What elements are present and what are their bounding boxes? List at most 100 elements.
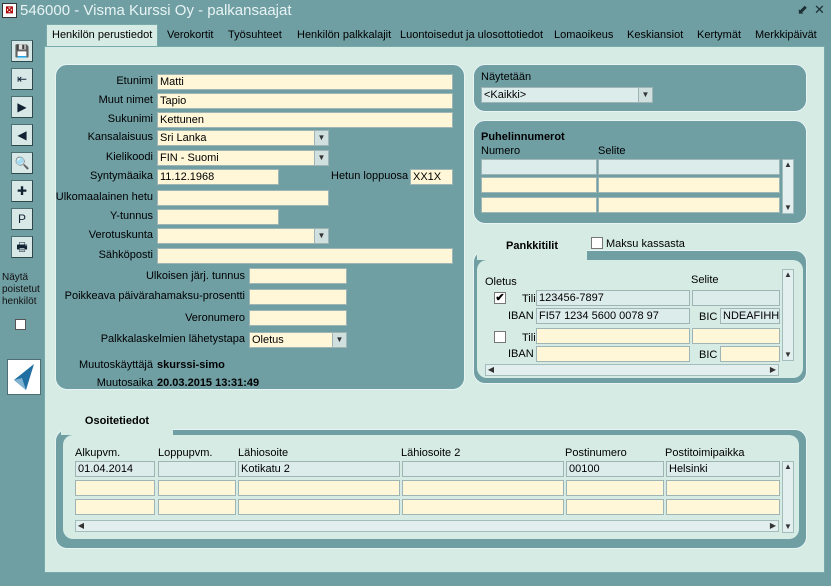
scroll-up-icon[interactable]: ▲ — [783, 160, 793, 170]
osoite-postinumero-2[interactable] — [566, 480, 664, 496]
print-icon[interactable]: 🖶 — [11, 236, 33, 258]
scroll-down-icon[interactable]: ▼ — [783, 522, 793, 532]
osoite-vscrollbar[interactable]: ▲ ▼ — [782, 461, 794, 533]
osoite-col-postitoimipaikka: Postitoimipaikka — [665, 447, 745, 459]
chevron-down-icon[interactable]: ▼ — [314, 151, 328, 165]
hetu-loppuosa-field[interactable]: XX1X — [410, 169, 453, 185]
osoite-alkupvm-1[interactable]: 01.04.2014 — [75, 461, 155, 477]
chevron-down-icon[interactable]: ▼ — [314, 229, 328, 243]
chevron-down-icon[interactable]: ▼ — [314, 131, 328, 145]
puhelin-selite-2[interactable] — [598, 177, 780, 193]
osoite-alkupvm-2[interactable] — [75, 480, 155, 496]
osoite-lahiosoite2-1[interactable] — [402, 461, 564, 477]
puhelin-numero-2[interactable] — [481, 177, 597, 193]
save-icon[interactable]: 💾 — [11, 40, 33, 62]
puhelin-col-numero: Numero — [481, 145, 521, 157]
verotuskunta-select[interactable]: ▼ — [157, 228, 329, 244]
osoite-lahiosoite2-3[interactable] — [402, 499, 564, 515]
ulkomaalainen-hetu-field[interactable] — [157, 190, 329, 206]
iban-field-1[interactable]: FI57 1234 5600 0078 97 — [536, 308, 690, 324]
iban-field-2[interactable] — [536, 346, 690, 362]
osoite-col-alkupvm: Alkupvm. — [75, 447, 121, 459]
chevron-down-icon[interactable]: ▼ — [638, 88, 652, 102]
naytetaan-select[interactable]: <Kaikki> ▼ — [481, 87, 653, 103]
puhelin-numero-3[interactable] — [481, 197, 597, 213]
osoite-postitoimipaikka-1[interactable]: Helsinki — [666, 461, 780, 477]
search-icon[interactable]: 🔍 — [11, 152, 33, 174]
show-removed-checkbox[interactable] — [15, 319, 26, 330]
osoite-tab[interactable]: Osoitetiedot — [61, 409, 173, 435]
scroll-up-icon[interactable]: ▲ — [783, 462, 793, 472]
lahetystapa-select[interactable]: Oletus ▼ — [249, 332, 347, 348]
bic-field-1[interactable]: NDEAFIHH — [720, 308, 780, 324]
tili-field-1[interactable]: 123456-7897 — [536, 290, 690, 306]
osoite-loppupvm-2[interactable] — [158, 480, 236, 496]
poikkeava-field[interactable] — [249, 289, 347, 305]
selite-field-2[interactable] — [692, 328, 780, 344]
osoite-postinumero-3[interactable] — [566, 499, 664, 515]
osoite-postitoimipaikka-3[interactable] — [666, 499, 780, 515]
close-icon[interactable]: ✕ — [814, 2, 825, 18]
puhelin-selite-3[interactable] — [598, 197, 780, 213]
osoite-lahiosoite-3[interactable] — [238, 499, 400, 515]
tab-verokortit[interactable]: Verokortit — [167, 25, 213, 45]
bic-field-2[interactable] — [720, 346, 780, 362]
puhelin-scrollbar[interactable]: ▲ ▼ — [782, 159, 794, 214]
selite-field-1[interactable] — [692, 290, 780, 306]
tab-luontoisedut[interactable]: Luontoisedut ja ulosottotiedot — [400, 25, 543, 45]
pankki-hscrollbar[interactable]: ◀ ▶ — [485, 364, 779, 376]
previous-record-icon[interactable]: ◀ — [11, 124, 33, 146]
osoite-postinumero-1[interactable]: 00100 — [566, 461, 664, 477]
ytunnus-field[interactable] — [157, 209, 279, 225]
ulkoisen-tunnus-field[interactable] — [249, 268, 347, 284]
veronumero-field[interactable] — [249, 310, 347, 326]
osoite-hscrollbar[interactable]: ◀ ▶ — [75, 520, 779, 532]
new-record-icon[interactable]: ✚ — [11, 180, 33, 202]
minimize-icon[interactable]: ⬋ — [797, 2, 808, 18]
kielikoodi-select[interactable]: FIN - Suomi ▼ — [157, 150, 329, 166]
puhelin-selite-1[interactable] — [598, 159, 780, 175]
osoite-lahiosoite2-2[interactable] — [402, 480, 564, 496]
first-record-icon[interactable]: ⇤ — [11, 68, 33, 90]
pankki-col-oletus: Oletus — [485, 276, 517, 288]
osoite-lahiosoite-1[interactable]: Kotikatu 2 — [238, 461, 400, 477]
oletus-checkbox-1[interactable]: ✔ — [494, 292, 506, 304]
maksu-kassasta-checkbox[interactable] — [591, 237, 603, 249]
kansalaisuus-select[interactable]: Sri Lanka ▼ — [157, 130, 329, 146]
pankki-tab[interactable]: Pankkitilit — [477, 234, 587, 260]
puhelin-numero-1[interactable] — [481, 159, 597, 175]
osoite-loppupvm-3[interactable] — [158, 499, 236, 515]
tab-keskiansiot[interactable]: Keskiansiot — [627, 25, 683, 45]
tab-merkkipaivat[interactable]: Merkkipäivät — [755, 25, 817, 45]
tili-field-2[interactable] — [536, 328, 690, 344]
osoite-lahiosoite-2[interactable] — [238, 480, 400, 496]
sahkoposti-field[interactable] — [157, 248, 453, 264]
lahetystapa-label: Palkkalaskelmien lähetystapa — [100, 333, 245, 345]
muut-nimet-field[interactable]: Tapio — [157, 93, 453, 109]
tab-henkilon-palkkalajit[interactable]: Henkilön palkkalajit — [297, 25, 391, 45]
chevron-down-icon[interactable]: ▼ — [332, 333, 346, 347]
scroll-left-icon[interactable]: ◀ — [486, 365, 496, 375]
tab-tyosuhteet[interactable]: Työsuhteet — [228, 25, 282, 45]
tab-lomaoikeus[interactable]: Lomaoikeus — [554, 25, 613, 45]
osoite-postitoimipaikka-2[interactable] — [666, 480, 780, 496]
pankki-vscrollbar[interactable]: ▲ ▼ — [782, 269, 794, 361]
osoite-alkupvm-3[interactable] — [75, 499, 155, 515]
kansalaisuus-label: Kansalaisuus — [87, 131, 153, 143]
etunimi-field[interactable]: Matti — [157, 74, 453, 90]
osoite-loppupvm-1[interactable] — [158, 461, 236, 477]
p-icon[interactable]: P — [11, 208, 33, 230]
tab-henkilon-perustiedot[interactable]: Henkilön perustiedot — [46, 24, 159, 47]
scroll-left-icon[interactable]: ◀ — [76, 521, 86, 531]
scroll-right-icon[interactable]: ▶ — [768, 365, 778, 375]
app-icon[interactable]: ⊠ — [2, 3, 17, 18]
syntymaaika-field[interactable]: 11.12.1968 — [157, 169, 279, 185]
next-record-icon[interactable]: ▶ — [11, 96, 33, 118]
scroll-right-icon[interactable]: ▶ — [768, 521, 778, 531]
oletus-checkbox-2[interactable] — [494, 331, 506, 343]
sukunimi-field[interactable]: Kettunen — [157, 112, 453, 128]
scroll-up-icon[interactable]: ▲ — [783, 270, 793, 280]
tab-kertymat[interactable]: Kertymät — [697, 25, 741, 45]
scroll-down-icon[interactable]: ▼ — [783, 203, 793, 213]
scroll-down-icon[interactable]: ▼ — [783, 350, 793, 360]
